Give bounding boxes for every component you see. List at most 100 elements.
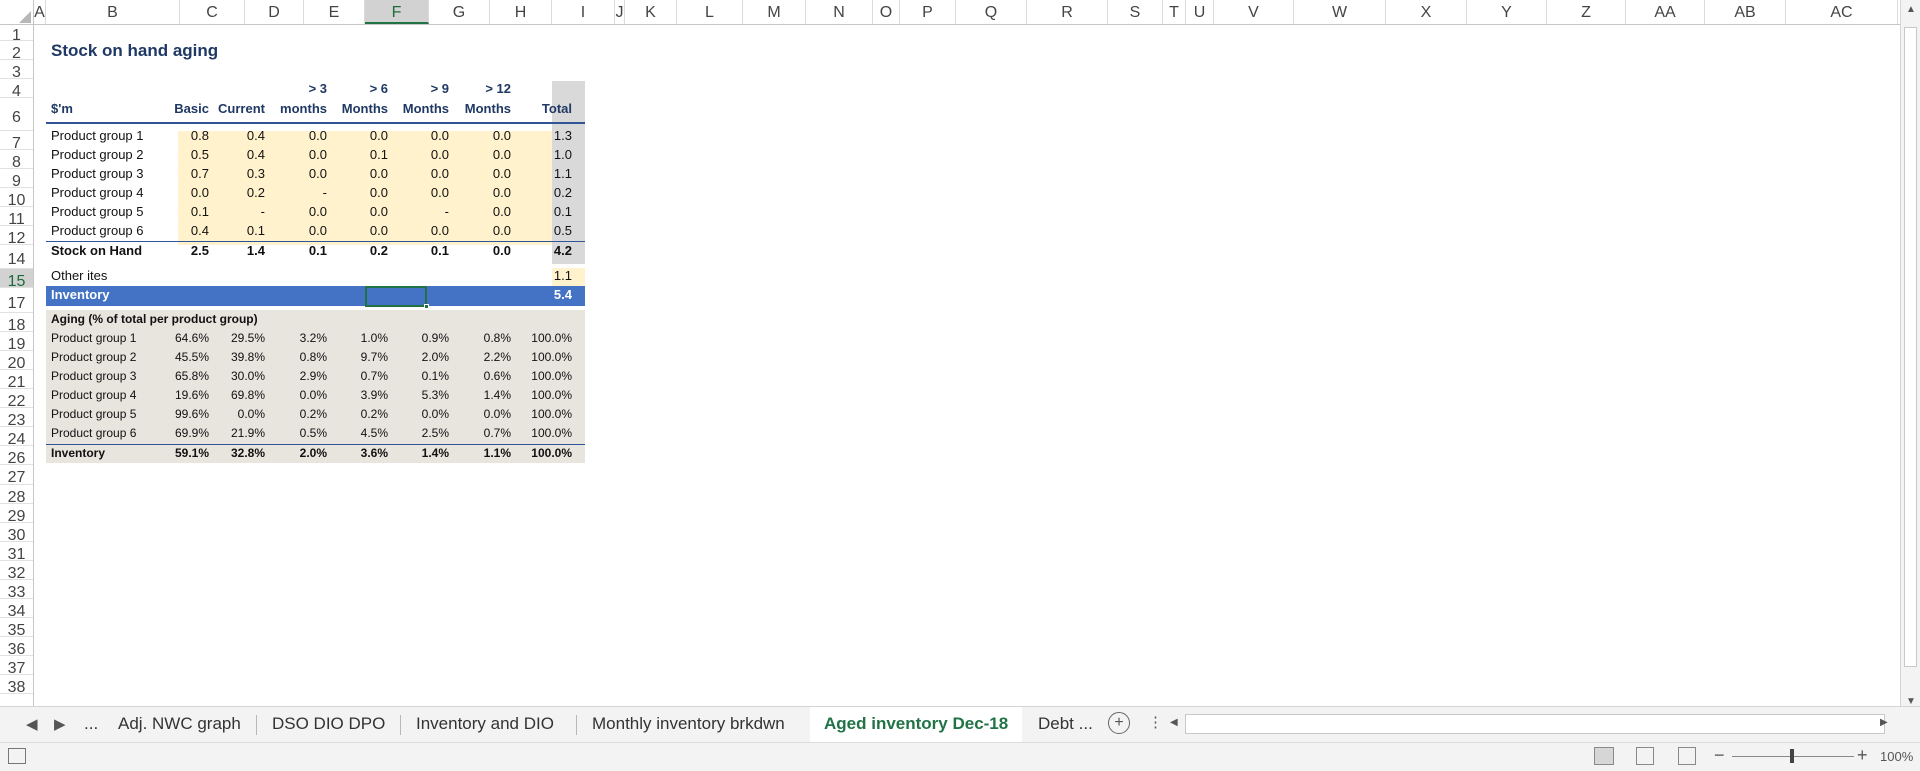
stock-total-value[interactable]: 0.2 (321, 243, 391, 258)
column-header-t[interactable]: T (1163, 0, 1186, 24)
stock-total-value[interactable]: 0.1 (382, 243, 452, 258)
aging-value[interactable]: 0.8% (444, 331, 514, 345)
column-header-q[interactable]: Q (956, 0, 1027, 24)
header-4[interactable]: Months (321, 101, 391, 116)
row-header-12[interactable]: 12 (0, 226, 33, 247)
product-value[interactable]: 0.2 (198, 185, 268, 200)
row-header-19[interactable]: 19 (0, 332, 33, 353)
row-header-11[interactable]: 11 (0, 207, 33, 228)
product-value[interactable]: 0.0 (382, 128, 452, 143)
row-header-8[interactable]: 8 (0, 150, 33, 171)
column-header-o[interactable]: O (873, 0, 900, 24)
aging-value[interactable]: 4.5% (321, 426, 391, 440)
column-header-y[interactable]: Y (1467, 0, 1547, 24)
row-header-14[interactable]: 14 (0, 245, 33, 269)
product-value[interactable]: 0.0 (444, 185, 514, 200)
aging-total-value[interactable]: 1.1% (444, 446, 514, 460)
aging-value[interactable]: 21.9% (198, 426, 268, 440)
column-header-w[interactable]: W (1294, 0, 1386, 24)
aging-value[interactable]: 100.0% (505, 350, 575, 364)
scroll-up-icon[interactable]: ▲ (1906, 4, 1916, 15)
tab-scroll-left-icon[interactable]: ◀ (26, 715, 38, 733)
column-header-s[interactable]: S (1108, 0, 1163, 24)
product-label[interactable]: Product group 4 (48, 185, 147, 200)
row-header-10[interactable]: 10 (0, 188, 33, 209)
column-header-u[interactable]: U (1186, 0, 1214, 24)
other-items-label[interactable]: Other ites (48, 268, 110, 283)
sheet-tab[interactable]: Monthly inventory brkdwn (578, 707, 799, 741)
select-all-corner[interactable] (0, 0, 34, 25)
hscroll-right-icon[interactable]: ▶ (1880, 717, 1888, 728)
product-value[interactable]: 0.0 (260, 128, 330, 143)
aging-value[interactable]: 69.8% (198, 388, 268, 402)
aging-value[interactable]: 0.1% (382, 369, 452, 383)
column-header-m[interactable]: M (743, 0, 806, 24)
column-header-aa[interactable]: AA (1626, 0, 1705, 24)
aging-value[interactable]: 100.0% (505, 426, 575, 440)
aging-value[interactable]: 0.0% (382, 407, 452, 421)
row-header-20[interactable]: 20 (0, 351, 33, 372)
product-value[interactable]: 0.0 (260, 204, 330, 219)
header-top-1[interactable]: > 3 (260, 81, 330, 96)
aging-title[interactable]: Aging (% of total per product group) (48, 312, 261, 326)
column-header-h[interactable]: H (490, 0, 552, 24)
header-top-2[interactable]: > 6 (321, 81, 391, 96)
row-header-7[interactable]: 7 (0, 131, 33, 152)
row-header-30[interactable]: 30 (0, 523, 33, 544)
product-value[interactable]: 0.0 (260, 223, 330, 238)
aging-total-label[interactable]: Inventory (48, 446, 108, 460)
aging-value[interactable]: 9.7% (321, 350, 391, 364)
row-header-33[interactable]: 33 (0, 580, 33, 601)
column-header-b[interactable]: B (46, 0, 180, 24)
aging-label[interactable]: Product group 3 (48, 369, 139, 383)
product-value[interactable]: 0.2 (505, 185, 575, 200)
aging-value[interactable]: 0.0% (260, 388, 330, 402)
aging-value[interactable]: 0.7% (321, 369, 391, 383)
macro-record-icon[interactable] (8, 748, 26, 764)
column-header-g[interactable]: G (429, 0, 490, 24)
stock-total-value[interactable]: 4.2 (505, 243, 575, 258)
aging-total-value[interactable]: 100.0% (505, 446, 575, 460)
product-value[interactable]: 0.0 (382, 185, 452, 200)
aging-value[interactable]: 0.2% (321, 407, 391, 421)
aging-value[interactable]: 1.4% (444, 388, 514, 402)
aging-total-value[interactable]: 32.8% (198, 446, 268, 460)
vertical-scroll-thumb[interactable] (1904, 27, 1917, 667)
row-header-2[interactable]: 2 (0, 41, 33, 62)
row-header-1[interactable]: 1 (0, 25, 33, 44)
product-value[interactable]: 0.0 (382, 223, 452, 238)
aging-value[interactable]: 0.8% (260, 350, 330, 364)
aging-label[interactable]: Product group 6 (48, 426, 139, 440)
product-value[interactable]: 0.4 (198, 147, 268, 162)
stock-total-value[interactable]: 0.0 (444, 243, 514, 258)
stock-total-value[interactable]: 0.1 (260, 243, 330, 258)
row-header-35[interactable]: 35 (0, 618, 33, 639)
row-header-32[interactable]: 32 (0, 561, 33, 582)
row-header-23[interactable]: 23 (0, 408, 33, 429)
row-header-15[interactable]: 15 (0, 269, 33, 290)
column-header-f[interactable]: F (365, 0, 429, 24)
page-break-view-icon[interactable] (1678, 747, 1696, 765)
stock-total-label[interactable]: Stock on Hand (48, 243, 145, 258)
page-layout-view-icon[interactable] (1636, 747, 1654, 765)
sheet-tab[interactable]: Aged inventory Dec-18 (810, 707, 1023, 745)
row-header-4[interactable]: 4 (0, 79, 33, 100)
aging-value[interactable]: 100.0% (505, 388, 575, 402)
aging-value[interactable]: 2.2% (444, 350, 514, 364)
product-value[interactable]: 0.0 (260, 166, 330, 181)
row-header-31[interactable]: 31 (0, 542, 33, 563)
product-label[interactable]: Product group 3 (48, 166, 147, 181)
aging-value[interactable]: 2.0% (382, 350, 452, 364)
product-value[interactable]: - (382, 204, 452, 219)
product-value[interactable]: 0.0 (382, 147, 452, 162)
product-value[interactable]: 1.1 (505, 166, 575, 181)
column-header-i[interactable]: I (552, 0, 615, 24)
column-header-z[interactable]: Z (1547, 0, 1626, 24)
row-header-22[interactable]: 22 (0, 389, 33, 410)
vertical-scrollbar[interactable]: ▲ ▼ (1900, 0, 1920, 712)
aging-value[interactable]: 3.9% (321, 388, 391, 402)
aging-value[interactable]: 100.0% (505, 369, 575, 383)
product-value[interactable]: 1.0 (505, 147, 575, 162)
aging-value[interactable]: 0.6% (444, 369, 514, 383)
aging-value[interactable]: 0.2% (260, 407, 330, 421)
